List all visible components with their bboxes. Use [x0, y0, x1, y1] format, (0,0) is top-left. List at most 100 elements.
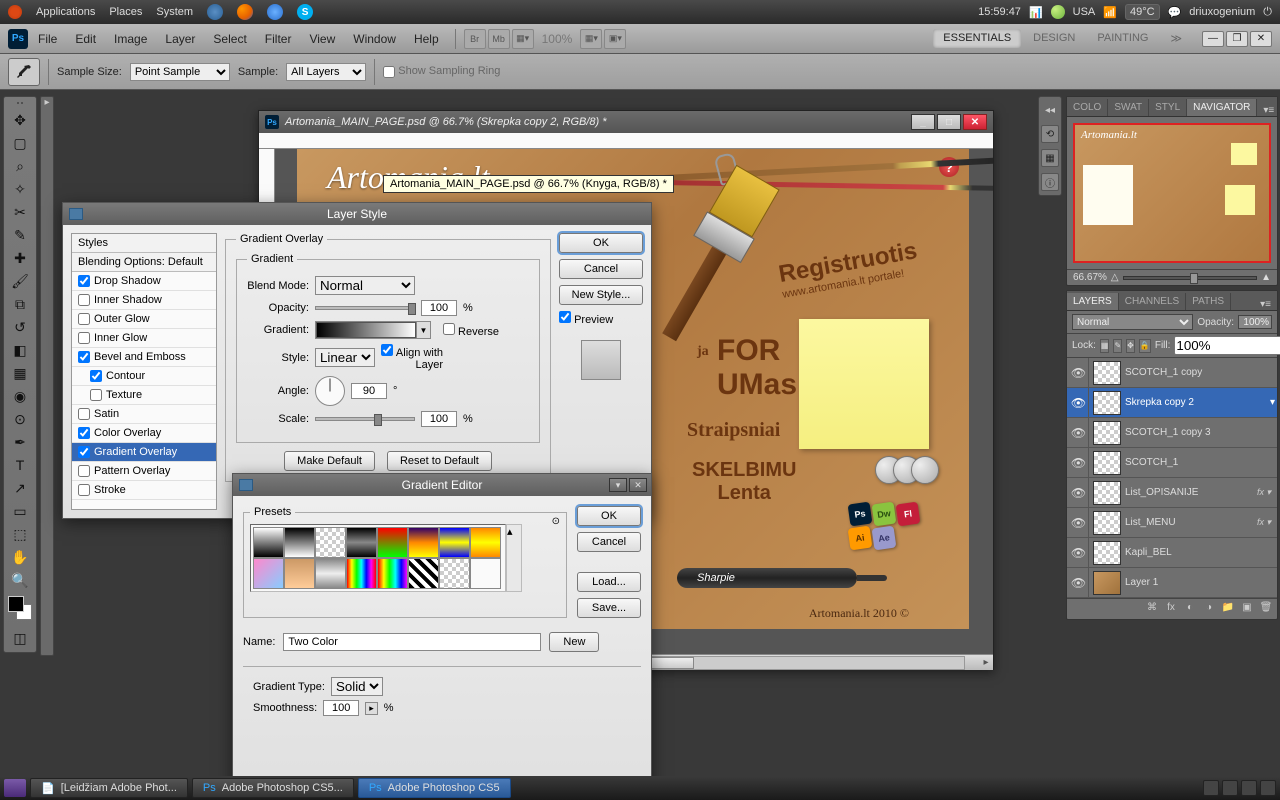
- wand-tool-icon[interactable]: ✧: [7, 178, 33, 200]
- taskbar-item[interactable]: PsAdobe Photoshop CS5...: [192, 778, 354, 798]
- navigator-thumbnail[interactable]: Artomania.lt: [1073, 123, 1271, 263]
- presets-menu-icon[interactable]: ⊙: [552, 516, 560, 527]
- layer-mask-icon[interactable]: ◐: [1182, 602, 1198, 616]
- make-default-button[interactable]: Make Default: [284, 451, 375, 471]
- doc-minimize-button[interactable]: _: [911, 114, 935, 130]
- preset-swatch[interactable]: [284, 527, 315, 558]
- styles-header[interactable]: Styles: [72, 234, 216, 253]
- layer-row[interactable]: 👁Kapli_BEL: [1067, 538, 1277, 568]
- crop-tool-icon[interactable]: ✂: [7, 201, 33, 223]
- navigator-zoom[interactable]: 66.67%: [1073, 272, 1107, 283]
- link-layers-icon[interactable]: ⌘: [1144, 602, 1160, 616]
- menu-help[interactable]: Help: [406, 32, 447, 46]
- weather-icon[interactable]: 📊: [1029, 6, 1043, 19]
- layer-row[interactable]: 👁List_MENUfx ▾: [1067, 508, 1277, 538]
- app-restore-button[interactable]: ❐: [1226, 31, 1248, 47]
- preset-swatch[interactable]: [315, 558, 346, 589]
- lock-position-icon[interactable]: ✥: [1126, 339, 1135, 353]
- dodge-tool-icon[interactable]: ⊙: [7, 408, 33, 430]
- scale-slider[interactable]: [315, 417, 415, 421]
- type-tool-icon[interactable]: T: [7, 454, 33, 476]
- stamp-tool-icon[interactable]: ⧉: [7, 293, 33, 315]
- inner-shadow-row[interactable]: Inner Shadow: [72, 291, 216, 310]
- contour-row[interactable]: Contour: [72, 367, 216, 386]
- applications-menu[interactable]: Applications: [36, 6, 95, 18]
- grad-load-button[interactable]: Load...: [577, 572, 641, 592]
- workspace-design[interactable]: DESIGN: [1023, 29, 1085, 48]
- grad-cancel-button[interactable]: Cancel: [577, 532, 641, 552]
- wifi-icon[interactable]: 📶: [1103, 6, 1117, 19]
- clock[interactable]: 15:59:47: [978, 6, 1021, 18]
- fg-color-swatch[interactable]: [8, 596, 24, 612]
- brush-tool-icon[interactable]: 🖌: [7, 270, 33, 292]
- menu-edit[interactable]: Edit: [67, 32, 104, 46]
- menu-filter[interactable]: Filter: [257, 32, 300, 46]
- chevron-down-icon[interactable]: ▾: [1270, 397, 1275, 408]
- menu-window[interactable]: Window: [345, 32, 404, 46]
- blur-tool-icon[interactable]: ◉: [7, 385, 33, 407]
- tab-swatches[interactable]: SWAT: [1108, 99, 1149, 116]
- reverse-checkbox[interactable]: Reverse: [437, 323, 499, 338]
- app-close-button[interactable]: ✕: [1250, 31, 1272, 47]
- doc-close-button[interactable]: ✕: [963, 114, 987, 130]
- layer-row[interactable]: 👁SCOTCH_1 copy 3: [1067, 418, 1277, 448]
- preset-swatch[interactable]: [439, 527, 470, 558]
- visibility-icon[interactable]: 👁: [1069, 538, 1089, 567]
- gradient-tool-icon[interactable]: ▦: [7, 362, 33, 384]
- layer-row[interactable]: 👁List_OPISANIJEfx ▾: [1067, 478, 1277, 508]
- preset-swatch[interactable]: [408, 527, 439, 558]
- preview-checkbox[interactable]: Preview: [559, 311, 643, 326]
- menu-file[interactable]: File: [30, 32, 65, 46]
- workspace-switcher-icon[interactable]: [1241, 780, 1257, 796]
- gradient-picker[interactable]: ▼: [315, 321, 431, 339]
- app-icon[interactable]: [267, 4, 283, 20]
- zoom-tool-icon[interactable]: 🔍: [7, 569, 33, 591]
- visibility-icon[interactable]: 👁: [1069, 448, 1089, 477]
- presets-scrollbar[interactable]: ▴: [506, 524, 522, 592]
- preset-swatch[interactable]: [470, 558, 501, 589]
- zoom-out-icon[interactable]: △: [1111, 272, 1119, 283]
- tab-layers[interactable]: LAYERS: [1067, 293, 1119, 310]
- angle-dial[interactable]: [315, 376, 345, 406]
- firefox-icon[interactable]: [237, 4, 253, 20]
- preset-swatch[interactable]: [253, 527, 284, 558]
- panel-grip[interactable]: [10, 100, 30, 106]
- preset-swatch[interactable]: [346, 558, 377, 589]
- dialog-min-button[interactable]: ▾: [609, 478, 627, 492]
- stroke-row[interactable]: Stroke: [72, 481, 216, 500]
- zoom-level[interactable]: 100%: [536, 32, 579, 46]
- opacity-slider[interactable]: [315, 306, 415, 310]
- workspace-essentials[interactable]: ESSENTIALS: [933, 29, 1021, 48]
- menu-select[interactable]: Select: [205, 32, 254, 46]
- preset-swatch[interactable]: [253, 558, 284, 589]
- pattern-overlay-row[interactable]: Pattern Overlay: [72, 462, 216, 481]
- panel-menu-icon[interactable]: ▾≡: [1254, 299, 1277, 310]
- taskbar-item[interactable]: PsAdobe Photoshop CS5: [358, 778, 511, 798]
- visibility-icon[interactable]: 👁: [1069, 358, 1089, 387]
- marquee-tool-icon[interactable]: ▢: [7, 132, 33, 154]
- app-minimize-button[interactable]: —: [1202, 31, 1224, 47]
- info-panel-icon[interactable]: ⓘ: [1041, 173, 1059, 191]
- cancel-button[interactable]: Cancel: [559, 259, 643, 279]
- satin-row[interactable]: Satin: [72, 405, 216, 424]
- layer-row[interactable]: 👁SCOTCH_1 copy: [1067, 358, 1277, 388]
- trash-icon[interactable]: [1260, 780, 1276, 796]
- layer-row[interactable]: 👁Layer 1: [1067, 568, 1277, 598]
- show-sampling-ring-checkbox[interactable]: Show Sampling Ring: [383, 65, 500, 77]
- outer-glow-row[interactable]: Outer Glow: [72, 310, 216, 329]
- zoom-slider[interactable]: [1123, 276, 1257, 280]
- preset-swatch[interactable]: [377, 558, 408, 589]
- gradient-name-input[interactable]: [283, 633, 541, 651]
- document-titlebar[interactable]: Ps Artomania_MAIN_PAGE.psd @ 66.7% (Skre…: [259, 111, 993, 133]
- preset-swatch[interactable]: [470, 527, 501, 558]
- move-tool-icon[interactable]: ✥: [7, 109, 33, 131]
- gradient-type-select[interactable]: Solid: [331, 677, 383, 696]
- skype-icon[interactable]: S: [297, 4, 313, 20]
- temperature-badge[interactable]: 49°C: [1125, 4, 1160, 20]
- hand-tool-icon[interactable]: ✋: [7, 546, 33, 568]
- system-menu[interactable]: System: [156, 6, 193, 18]
- history-panel-icon[interactable]: ⟲: [1041, 125, 1059, 143]
- align-checkbox[interactable]: Align with Layer: [381, 344, 443, 371]
- scale-input[interactable]: [421, 411, 457, 427]
- preset-swatch[interactable]: [377, 527, 408, 558]
